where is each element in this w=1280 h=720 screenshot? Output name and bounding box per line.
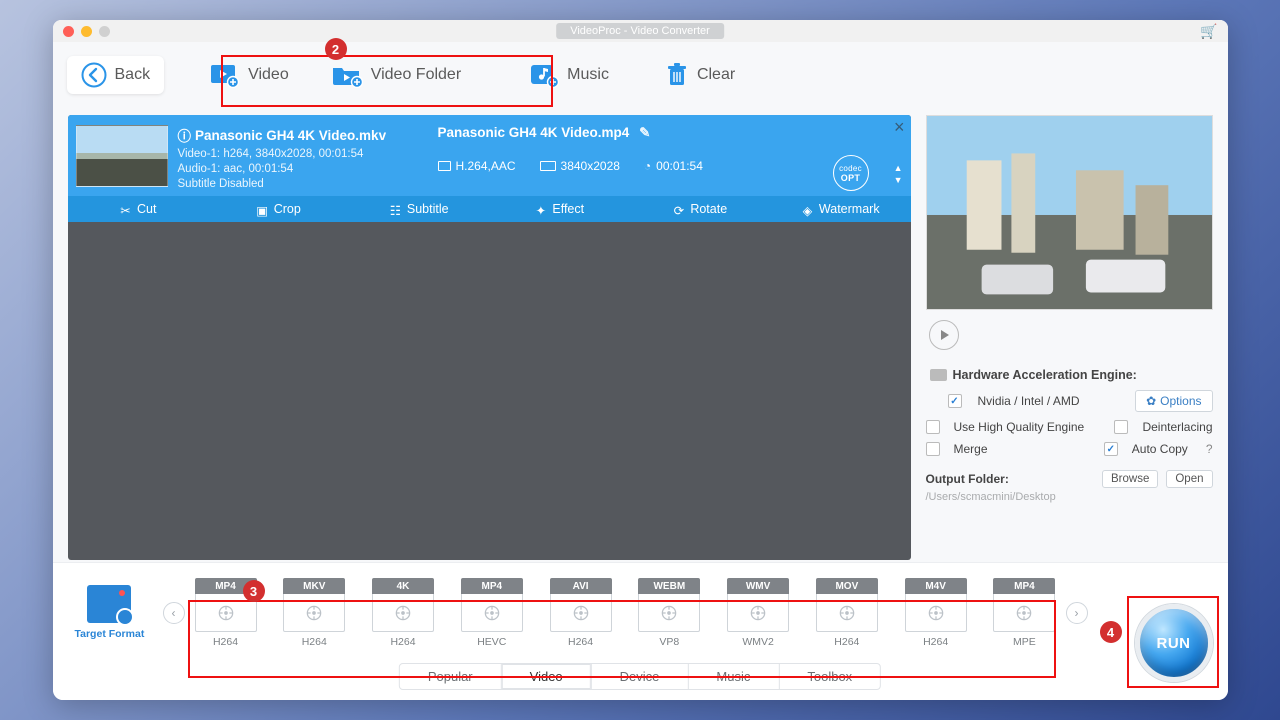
window-minimize-icon[interactable] xyxy=(81,26,92,37)
target-format-icon xyxy=(87,585,131,623)
output-filename: Panasonic GH4 4K Video.mp4 xyxy=(438,125,630,140)
output-folder-path: /Users/scmacmini/Desktop xyxy=(926,491,1213,503)
autocopy-checkbox[interactable] xyxy=(1104,442,1118,456)
cart-icon[interactable]: 🛒 xyxy=(1200,23,1217,40)
format-strip: Target Format ‹ MP4 H264MKV H2644K H264M… xyxy=(53,562,1228,700)
folder-icon xyxy=(331,62,363,88)
preview-panel xyxy=(926,115,1213,310)
add-music-button[interactable]: Music xyxy=(515,56,623,94)
format-option[interactable]: AVI H264 xyxy=(550,578,612,648)
annotation-3: 3 xyxy=(243,580,265,602)
window-close-icon[interactable] xyxy=(63,26,74,37)
nvidia-label: Nvidia / Intel / AMD xyxy=(978,394,1080,408)
window-title: VideoProc - Video Converter xyxy=(556,23,724,39)
category-tabs: PopularVideoDeviceMusicToolbox xyxy=(399,663,881,690)
video-icon xyxy=(210,62,240,88)
format-option[interactable]: MP4 HEVC xyxy=(461,578,523,648)
back-arrow-icon xyxy=(81,62,107,88)
cut-tool[interactable]: ✂Cut xyxy=(68,196,209,222)
source-subtitle-line: Subtitle Disabled xyxy=(178,178,408,190)
source-audio-line: Audio-1: aac, 00:01:54 xyxy=(178,163,408,175)
format-option[interactable]: 4K H264 xyxy=(372,578,434,648)
back-label: Back xyxy=(115,66,151,84)
output-folder-label: Output Folder: xyxy=(926,472,1095,486)
format-option[interactable]: WEBM VP8 xyxy=(638,578,700,648)
add-folder-button[interactable]: Video Folder xyxy=(317,56,475,94)
source-filename: Panasonic GH4 4K Video.mkv xyxy=(195,128,386,143)
open-folder-button[interactable]: Open xyxy=(1166,470,1212,488)
format-prev-button[interactable]: ‹ xyxy=(163,602,185,624)
add-video-button[interactable]: Video xyxy=(196,56,303,94)
tab-toolbox[interactable]: Toolbox xyxy=(778,664,880,689)
hq-checkbox[interactable] xyxy=(926,420,940,434)
trash-icon xyxy=(665,62,689,88)
titlebar: VideoProc - Video Converter 🛒 xyxy=(53,20,1228,42)
tab-popular[interactable]: Popular xyxy=(400,664,501,689)
chip-icon xyxy=(930,369,947,381)
music-icon xyxy=(529,62,559,88)
output-codec: H.264,AAC xyxy=(456,159,516,173)
output-duration: 00:01:54 xyxy=(656,159,703,173)
format-option[interactable]: MOV H264 xyxy=(816,578,878,648)
tab-video[interactable]: Video xyxy=(501,664,591,689)
reorder-arrows[interactable]: ▲▼ xyxy=(894,163,903,185)
nvidia-checkbox[interactable] xyxy=(948,394,962,408)
add-music-label: Music xyxy=(567,66,609,84)
video-thumbnail xyxy=(76,125,168,187)
clock-icon: ◔ xyxy=(644,159,651,173)
codec-icon xyxy=(438,161,451,171)
format-next-button[interactable]: › xyxy=(1066,602,1088,624)
add-video-label: Video xyxy=(248,66,289,84)
deinterlace-checkbox[interactable] xyxy=(1114,420,1128,434)
source-info: ⓘ Panasonic GH4 4K Video.mkv Video-1: h2… xyxy=(178,125,408,190)
format-option[interactable]: M4V H264 xyxy=(905,578,967,648)
video-list-pane: ⓘ Panasonic GH4 4K Video.mkv Video-1: h2… xyxy=(68,115,911,560)
play-button[interactable] xyxy=(929,320,959,350)
codec-options-button[interactable]: codec OPT xyxy=(833,155,869,191)
watermark-tool[interactable]: ◈Watermark xyxy=(770,196,911,222)
hw-options-button[interactable]: ✿ Options xyxy=(1135,390,1212,412)
hw-accel-title: Hardware Acceleration Engine: xyxy=(930,368,1213,382)
output-resolution: 3840x2028 xyxy=(561,159,620,173)
browse-button[interactable]: Browse xyxy=(1102,470,1158,488)
edit-name-icon[interactable]: ✎ xyxy=(639,125,650,140)
back-button[interactable]: Back xyxy=(67,56,165,94)
side-panel: Hardware Acceleration Engine: Nvidia / I… xyxy=(926,115,1213,560)
tab-music[interactable]: Music xyxy=(687,664,778,689)
item-toolbar: ✂Cut ▣Crop ☷Subtitle ✦Effect ⟳Rotate ◈Wa… xyxy=(68,196,911,222)
clear-label: Clear xyxy=(697,66,735,84)
tab-device[interactable]: Device xyxy=(591,664,688,689)
format-option[interactable]: MP4 MPE xyxy=(993,578,1055,648)
clear-button[interactable]: Clear xyxy=(651,56,749,94)
crop-tool[interactable]: ▣Crop xyxy=(208,196,349,222)
rotate-tool[interactable]: ⟳Rotate xyxy=(630,196,771,222)
deinterlace-label: Deinterlacing xyxy=(1142,420,1212,434)
annotation-2: 2 xyxy=(325,38,347,60)
video-item[interactable]: ⓘ Panasonic GH4 4K Video.mkv Video-1: h2… xyxy=(68,115,911,222)
gear-icon: ✿ xyxy=(1146,394,1156,408)
effect-tool[interactable]: ✦Effect xyxy=(489,196,630,222)
add-folder-label: Video Folder xyxy=(371,66,461,84)
run-button[interactable]: RUN xyxy=(1135,604,1213,682)
window-zoom-icon[interactable] xyxy=(99,26,110,37)
resolution-icon xyxy=(540,161,556,171)
info-icon: ⓘ xyxy=(178,125,192,145)
autocopy-label: Auto Copy xyxy=(1132,442,1188,456)
hq-label: Use High Quality Engine xyxy=(954,420,1101,434)
target-format-button[interactable]: Target Format xyxy=(75,585,145,640)
merge-label: Merge xyxy=(954,442,1090,456)
merge-checkbox[interactable] xyxy=(926,442,940,456)
output-info: Panasonic GH4 4K Video.mp4 ✎ H.264,AAC 3… xyxy=(408,125,903,190)
format-list: MP4 H264MKV H2644K H264MP4 HEVCAVI H264W… xyxy=(185,578,1066,648)
help-icon[interactable]: ? xyxy=(1206,442,1213,456)
format-option[interactable]: MKV H264 xyxy=(283,578,345,648)
annotation-4: 4 xyxy=(1100,621,1122,643)
format-option[interactable]: WMV WMV2 xyxy=(727,578,789,648)
source-video-line: Video-1: h264, 3840x2028, 00:01:54 xyxy=(178,148,408,160)
subtitle-tool[interactable]: ☷Subtitle xyxy=(349,196,490,222)
app-window: VideoProc - Video Converter 🛒 Back Video… xyxy=(53,20,1228,700)
main-toolbar: Back Video Video Folder Music xyxy=(53,42,1228,108)
remove-item-icon[interactable]: × xyxy=(894,117,905,138)
